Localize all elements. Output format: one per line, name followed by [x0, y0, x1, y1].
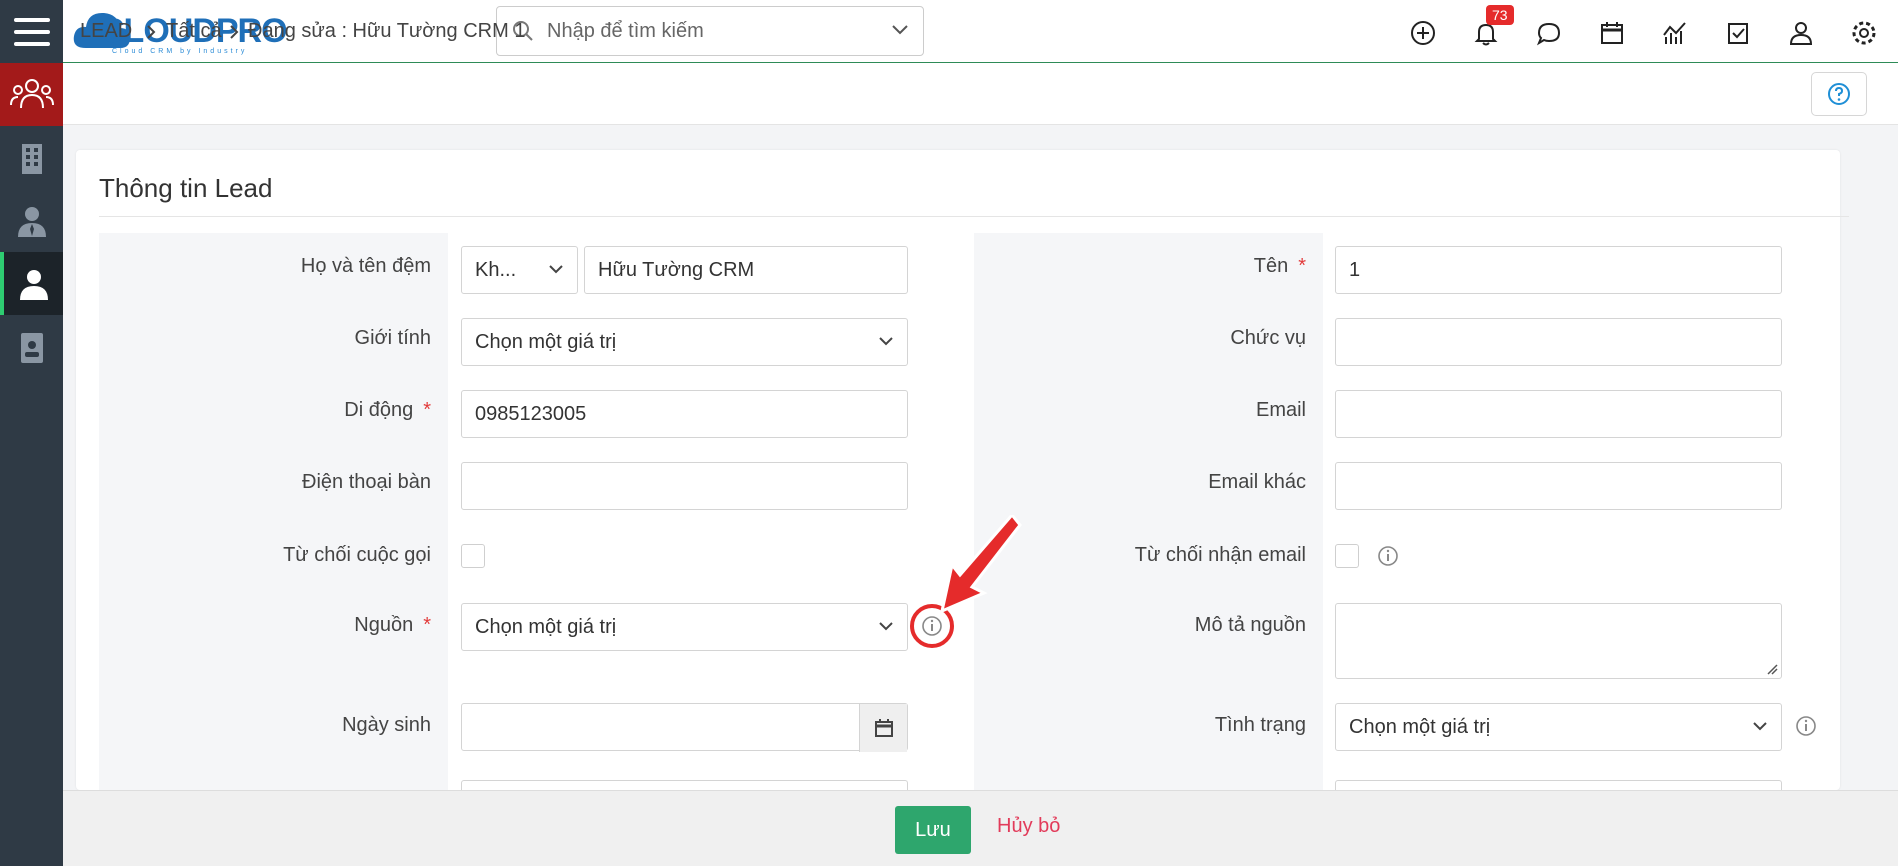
reject-call-label: Từ chối cuộc gọi: [283, 544, 431, 566]
full-name-label: Họ và tên đệm: [300, 255, 431, 277]
email-other-label: Email khác: [1208, 471, 1306, 493]
task-check-icon[interactable]: [1723, 18, 1753, 48]
help-button[interactable]: [1811, 72, 1867, 116]
gender-select[interactable]: Chọn một giá trị: [461, 318, 908, 366]
calendar-icon[interactable]: [1597, 18, 1627, 48]
chat-icon[interactable]: [1534, 18, 1564, 48]
hamburger-menu-icon[interactable]: [0, 0, 63, 63]
sidebar-item-contact-card[interactable]: [0, 315, 63, 378]
question-circle-icon: [1828, 83, 1850, 105]
section-divider: [99, 216, 1849, 217]
user-icon: [19, 269, 48, 300]
position-input[interactable]: [1335, 318, 1782, 366]
breadcrumb-list[interactable]: Tất cả: [166, 20, 222, 43]
section-title: Thông tin Lead: [99, 173, 273, 203]
chevron-down-icon: [879, 622, 893, 631]
chevron-down-icon: [549, 265, 563, 274]
status-label: Tình trạng: [1214, 714, 1306, 736]
gear-icon[interactable]: [1849, 18, 1879, 48]
cancel-link[interactable]: Hủy bỏ: [997, 815, 1060, 838]
position-label: Chức vụ: [1230, 327, 1306, 349]
status-select[interactable]: Chọn một giá trị: [1335, 703, 1782, 751]
sidebar-item-lead-active[interactable]: [0, 252, 63, 315]
callout-arrow-icon: [910, 515, 1022, 648]
email-label: Email: [1255, 399, 1306, 421]
breadcrumb: [63, 63, 1898, 125]
source-select[interactable]: Chọn một giá trị: [461, 603, 908, 651]
chevron-down-icon: [1753, 722, 1767, 731]
group-users-icon: [9, 78, 54, 108]
search-input[interactable]: [547, 7, 867, 55]
notification-badge: 73: [1486, 5, 1514, 25]
first-name-label: Tên *: [1253, 255, 1306, 277]
source-desc-textarea[interactable]: [1335, 603, 1782, 679]
reject-call-checkbox[interactable]: [461, 544, 485, 568]
save-button[interactable]: Lưu: [895, 806, 971, 854]
chevron-down-icon[interactable]: [891, 23, 909, 37]
sidebar-item-leads[interactable]: [0, 63, 63, 126]
breadcrumb-module[interactable]: LEAD: [80, 20, 132, 43]
first-name-input[interactable]: 1: [1335, 246, 1782, 294]
reject-email-checkbox[interactable]: [1335, 544, 1359, 568]
chevron-down-icon: [879, 337, 893, 346]
reject-email-info-icon[interactable]: [1376, 544, 1400, 568]
middle-name-input[interactable]: Hữu Tường CRM: [584, 246, 908, 294]
mobile-label: Di động *: [344, 399, 431, 421]
building-icon: [21, 143, 42, 174]
left-sidebar: [0, 63, 63, 866]
phone-input[interactable]: [461, 462, 908, 510]
left-label-column: [99, 233, 448, 833]
global-search[interactable]: [496, 6, 924, 56]
add-icon[interactable]: [1408, 18, 1438, 48]
resize-handle-icon[interactable]: [1766, 663, 1778, 675]
status-info-icon[interactable]: [1794, 714, 1818, 738]
birthday-label: Ngày sinh: [342, 714, 431, 736]
sidebar-item-contacts[interactable]: [0, 189, 63, 252]
sidebar-item-organizations[interactable]: [0, 126, 63, 189]
mobile-input[interactable]: 0985123005: [461, 390, 908, 438]
chevron-right-icon: [230, 25, 239, 39]
chevron-right-icon: [147, 25, 156, 39]
source-label: Nguồn *: [354, 614, 431, 636]
email-input[interactable]: [1335, 390, 1782, 438]
user-tie-icon: [17, 206, 46, 237]
salutation-select[interactable]: Kh...: [461, 246, 578, 294]
id-badge-icon: [20, 332, 43, 363]
report-chart-icon[interactable]: [1660, 18, 1690, 48]
calendar-icon[interactable]: [859, 704, 907, 752]
birthday-input[interactable]: [461, 703, 908, 752]
email-other-input[interactable]: [1335, 462, 1782, 510]
user-profile-icon[interactable]: [1786, 18, 1816, 48]
breadcrumb-current: Đang sửa : Hữu Tường CRM 1: [248, 20, 526, 42]
phone-label: Điện thoại bàn: [302, 471, 431, 493]
logo-subtitle: Cloud CRM by Industry: [112, 48, 248, 55]
gender-label: Giới tính: [354, 327, 431, 349]
form-footer: [63, 790, 1898, 866]
